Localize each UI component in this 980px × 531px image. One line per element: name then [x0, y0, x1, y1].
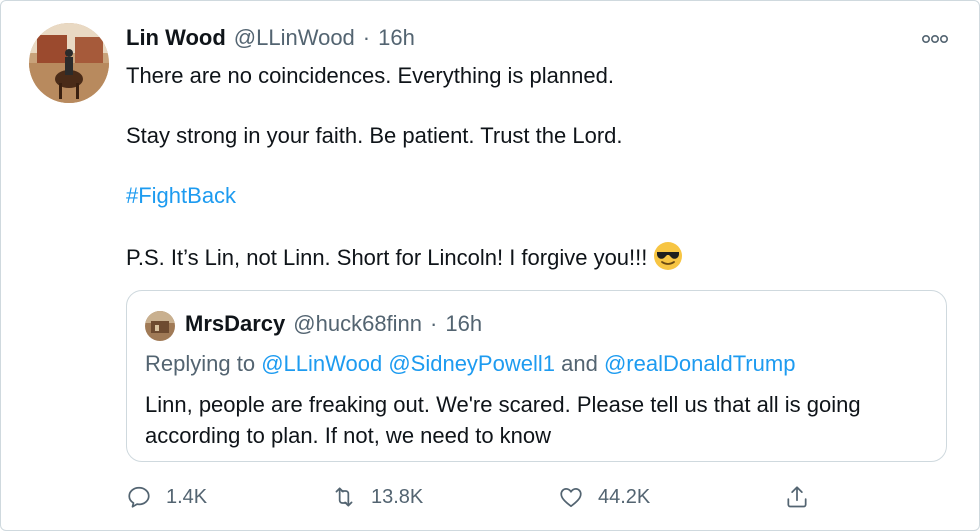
retweet-button[interactable]: 13.8K	[331, 481, 423, 513]
author-name[interactable]: Lin Wood	[126, 25, 226, 51]
share-icon	[787, 486, 807, 508]
replying-to-line: Replying to @LLinWood @SidneyPowell1 and…	[145, 351, 795, 377]
quoted-tweet[interactable]: MrsDarcy @huck68finn · 16h Replying to @…	[126, 290, 947, 462]
quoted-author-avatar[interactable]	[145, 311, 175, 341]
mention-link[interactable]: @LLinWood	[261, 351, 382, 376]
reply-icon	[128, 486, 150, 508]
tweet-line: There are no coincidences. Everything is…	[126, 63, 614, 88]
quoted-timestamp[interactable]: 16h	[445, 311, 482, 337]
more-icon[interactable]	[921, 31, 949, 47]
mention-link[interactable]: @SidneyPowell1	[388, 351, 555, 376]
quoted-header: MrsDarcy @huck68finn · 16h	[185, 311, 482, 337]
tweet-card[interactable]: Lin Wood @LLinWood · 16h There are no co…	[0, 0, 980, 531]
tweet-header: Lin Wood @LLinWood · 16h	[126, 25, 415, 55]
quoted-text: Linn, people are freaking out. We're sca…	[145, 392, 861, 448]
retweet-icon	[335, 487, 353, 507]
like-icon	[560, 488, 582, 508]
tweet-line: Stay strong in your faith. Be patient. T…	[126, 123, 623, 148]
hashtag-link[interactable]: #FightBack	[126, 181, 236, 211]
tweet-timestamp[interactable]: 16h	[378, 25, 415, 51]
quoted-author-handle[interactable]: @huck68finn	[293, 311, 422, 337]
replying-to-label: Replying to	[145, 351, 256, 376]
like-button[interactable]: 44.2K	[558, 481, 650, 513]
tweet-line-ps: P.S. It’s Lin, not Linn. Short for Linco…	[126, 241, 683, 273]
and-label: and	[561, 351, 598, 376]
reply-button[interactable]: 1.4K	[126, 481, 207, 513]
reply-count: 1.4K	[166, 485, 208, 508]
separator-dot: ·	[362, 25, 371, 50]
tweet-line: P.S. It’s Lin, not Linn. Short for Linco…	[126, 245, 648, 270]
quoted-author-name[interactable]: MrsDarcy	[185, 311, 285, 337]
author-handle[interactable]: @LLinWood	[234, 25, 355, 51]
separator-dot: ·	[430, 311, 438, 336]
mention-link[interactable]: @realDonaldTrump	[604, 351, 795, 376]
share-button[interactable]	[784, 481, 810, 513]
author-avatar[interactable]	[29, 23, 109, 103]
like-count: 44.2K	[598, 485, 651, 508]
sunglasses-emoji-icon	[653, 241, 683, 271]
retweet-count: 13.8K	[371, 485, 424, 508]
action-bar: 1.4K 13.8K 44.2K	[126, 481, 826, 513]
